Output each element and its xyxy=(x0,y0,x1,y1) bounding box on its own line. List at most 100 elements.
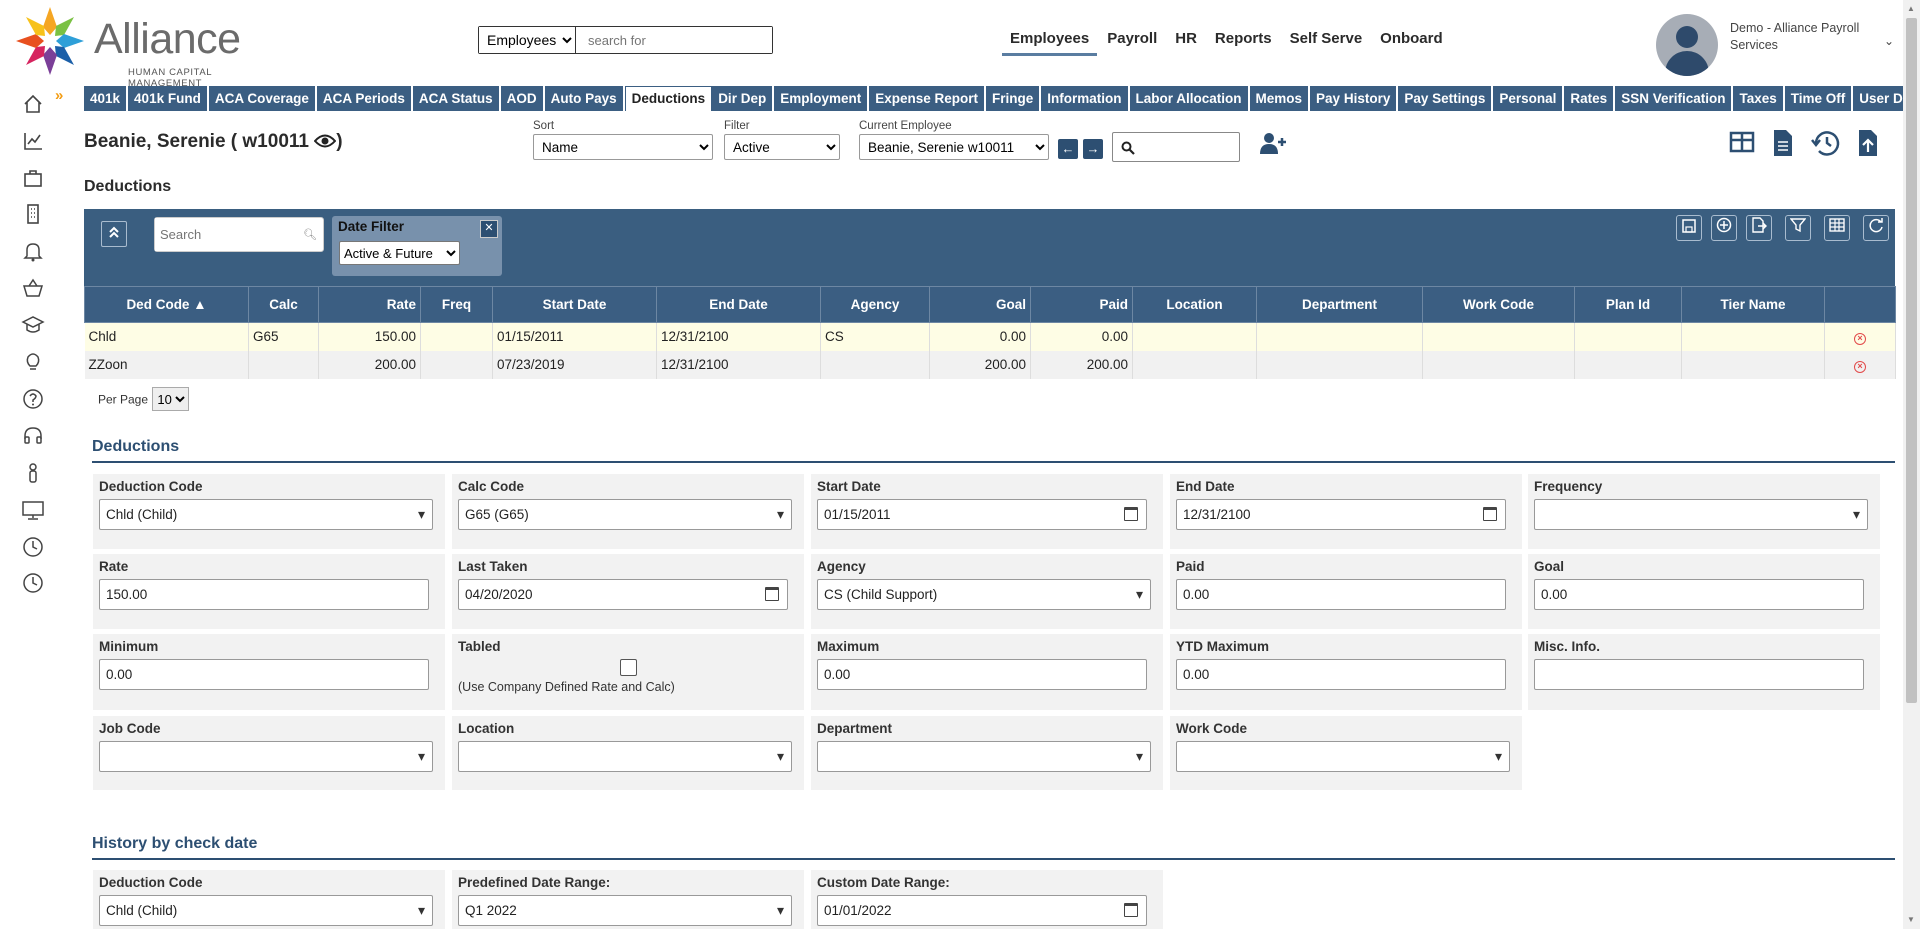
basket-icon[interactable] xyxy=(20,275,46,301)
tab-memos[interactable]: Memos xyxy=(1249,86,1311,111)
global-search-input[interactable] xyxy=(576,27,772,53)
misc-info-input[interactable] xyxy=(1534,659,1864,690)
chevron-down-icon[interactable]: ⌄ xyxy=(1884,34,1894,48)
history-deduction-code-select[interactable]: Chld (Child) xyxy=(99,895,433,926)
home-icon[interactable] xyxy=(20,91,46,117)
tab-labor-allocation[interactable]: Labor Allocation xyxy=(1129,86,1250,111)
tab-401k-fund[interactable]: 401k Fund xyxy=(128,86,209,111)
headset-icon[interactable] xyxy=(20,423,46,449)
refresh-button[interactable] xyxy=(1863,215,1889,241)
frequency-select[interactable] xyxy=(1534,499,1868,530)
expand-rail-icon[interactable]: » xyxy=(55,87,63,104)
next-employee-button[interactable]: → xyxy=(1083,139,1103,159)
tab-ssn-verification[interactable]: SSN Verification xyxy=(1615,86,1734,111)
page-scrollbar[interactable]: ▲ ▼ xyxy=(1903,0,1920,929)
tab-dir-dep[interactable]: Dir Dep xyxy=(712,86,775,111)
maximum-input[interactable]: 0.00 xyxy=(817,659,1147,690)
tab-401k[interactable]: 401k xyxy=(84,86,129,111)
add-row-button[interactable] xyxy=(1711,215,1737,241)
filter-button[interactable] xyxy=(1785,215,1811,241)
search-scope-select[interactable]: Employees xyxy=(479,27,576,53)
column-header-paid[interactable]: Paid xyxy=(1030,286,1133,323)
scroll-down-icon[interactable]: ▼ xyxy=(1907,915,1915,924)
column-header-ded-code[interactable]: Ded Code ▲ xyxy=(84,286,249,323)
end-date-input[interactable]: 12/31/2100 xyxy=(1176,499,1506,530)
grid-view-button[interactable] xyxy=(1728,128,1758,160)
nav-employees[interactable]: Employees xyxy=(1002,30,1098,56)
current-employee-select[interactable]: Beanie, Serenie w10011 xyxy=(859,134,1049,160)
start-date-input[interactable]: 01/15/2011 xyxy=(817,499,1147,530)
prev-employee-button[interactable]: ← xyxy=(1058,139,1078,159)
column-header-agency[interactable]: Agency xyxy=(820,286,930,323)
table-row[interactable]: Chld G65 150.00 01/15/2011 12/31/2100 CS… xyxy=(84,322,1896,351)
nav-onboard[interactable]: Onboard xyxy=(1372,30,1451,56)
last-taken-input[interactable]: 04/20/2020 xyxy=(458,579,788,610)
calendar-icon[interactable] xyxy=(1124,507,1138,521)
clock-icon[interactable] xyxy=(20,534,46,560)
column-header-calc[interactable]: Calc xyxy=(248,286,319,323)
nav-self-serve[interactable]: Self Serve xyxy=(1282,30,1371,56)
goal-input[interactable]: 0.00 xyxy=(1534,579,1864,610)
sort-select[interactable]: Name xyxy=(533,134,713,160)
tab-aod[interactable]: AOD xyxy=(500,86,545,111)
collapse-button[interactable] xyxy=(101,221,127,247)
bell-icon[interactable] xyxy=(20,238,46,264)
employee-search-input[interactable] xyxy=(1112,132,1240,162)
clock-icon[interactable] xyxy=(20,570,46,596)
tab-employment[interactable]: Employment xyxy=(774,86,870,111)
help-icon[interactable] xyxy=(20,386,46,412)
column-header-department[interactable]: Department xyxy=(1256,286,1423,323)
export-button[interactable] xyxy=(1746,215,1772,241)
history-button[interactable] xyxy=(1810,128,1840,160)
building-icon[interactable] xyxy=(20,201,46,227)
tab-aca-coverage[interactable]: ACA Coverage xyxy=(208,86,317,111)
tab-auto-pays[interactable]: Auto Pays xyxy=(544,86,625,111)
chart-icon[interactable] xyxy=(20,128,46,154)
delete-icon[interactable]: × xyxy=(1854,332,1866,345)
briefcase-icon[interactable] xyxy=(20,165,46,191)
column-header-tier-name[interactable]: Tier Name xyxy=(1681,286,1825,323)
tab-time-off[interactable]: Time Off xyxy=(1784,86,1854,111)
agency-select[interactable]: CS (Child Support) xyxy=(817,579,1151,610)
tab-aca-periods[interactable]: ACA Periods xyxy=(316,86,413,111)
tab-pay-history[interactable]: Pay History xyxy=(1310,86,1399,111)
column-header-goal[interactable]: Goal xyxy=(929,286,1031,323)
scrollbar-thumb[interactable] xyxy=(1906,18,1917,703)
department-select[interactable] xyxy=(817,741,1151,772)
close-icon[interactable]: ✕ xyxy=(480,220,498,238)
tabled-checkbox[interactable] xyxy=(619,659,637,676)
deduction-code-select[interactable]: Chld (Child) xyxy=(99,499,433,530)
rate-input[interactable]: 150.00 xyxy=(99,579,429,610)
lightbulb-icon[interactable] xyxy=(20,349,46,375)
save-button[interactable] xyxy=(1676,215,1702,241)
column-header-work-code[interactable]: Work Code xyxy=(1422,286,1575,323)
user-menu[interactable]: Demo - Alliance Payroll Services ⌄ xyxy=(1656,12,1916,76)
work-code-select[interactable] xyxy=(1176,741,1510,772)
columns-button[interactable] xyxy=(1824,215,1850,241)
nav-hr[interactable]: HR xyxy=(1167,30,1205,56)
tab-aca-status[interactable]: ACA Status xyxy=(412,86,501,111)
date-filter-select[interactable]: Active & Future xyxy=(339,241,460,265)
predefined-date-range-select[interactable]: Q1 2022 xyxy=(458,895,792,926)
tab-expense-report[interactable]: Expense Report xyxy=(869,86,986,111)
tab-fringe[interactable]: Fringe xyxy=(986,86,1042,111)
column-header-rate[interactable]: Rate xyxy=(318,286,421,323)
alliance-logo[interactable]: Alliance HUMAN CAPITAL MANAGEMENT xyxy=(10,3,260,89)
paid-input[interactable]: 0.00 xyxy=(1176,579,1506,610)
column-header-location[interactable]: Location xyxy=(1132,286,1257,323)
graduation-cap-icon[interactable] xyxy=(20,312,46,338)
tab-pay-settings[interactable]: Pay Settings xyxy=(1398,86,1494,111)
tab-personal[interactable]: Personal xyxy=(1493,86,1565,111)
scroll-up-icon[interactable]: ▲ xyxy=(1907,4,1915,13)
nav-reports[interactable]: Reports xyxy=(1207,30,1280,56)
add-employee-button[interactable] xyxy=(1258,130,1288,158)
table-row[interactable]: ZZoon 200.00 07/23/2019 12/31/2100 200.0… xyxy=(84,350,1896,379)
calendar-icon[interactable] xyxy=(765,587,779,601)
tab-rates[interactable]: Rates xyxy=(1564,86,1616,111)
column-header-start-date[interactable]: Start Date xyxy=(492,286,657,323)
column-header-plan-id[interactable]: Plan Id xyxy=(1574,286,1682,323)
person-icon[interactable] xyxy=(20,460,46,486)
minimum-input[interactable]: 0.00 xyxy=(99,659,429,690)
eye-icon[interactable] xyxy=(313,133,337,149)
tab-deductions[interactable]: Deductions xyxy=(624,86,713,111)
